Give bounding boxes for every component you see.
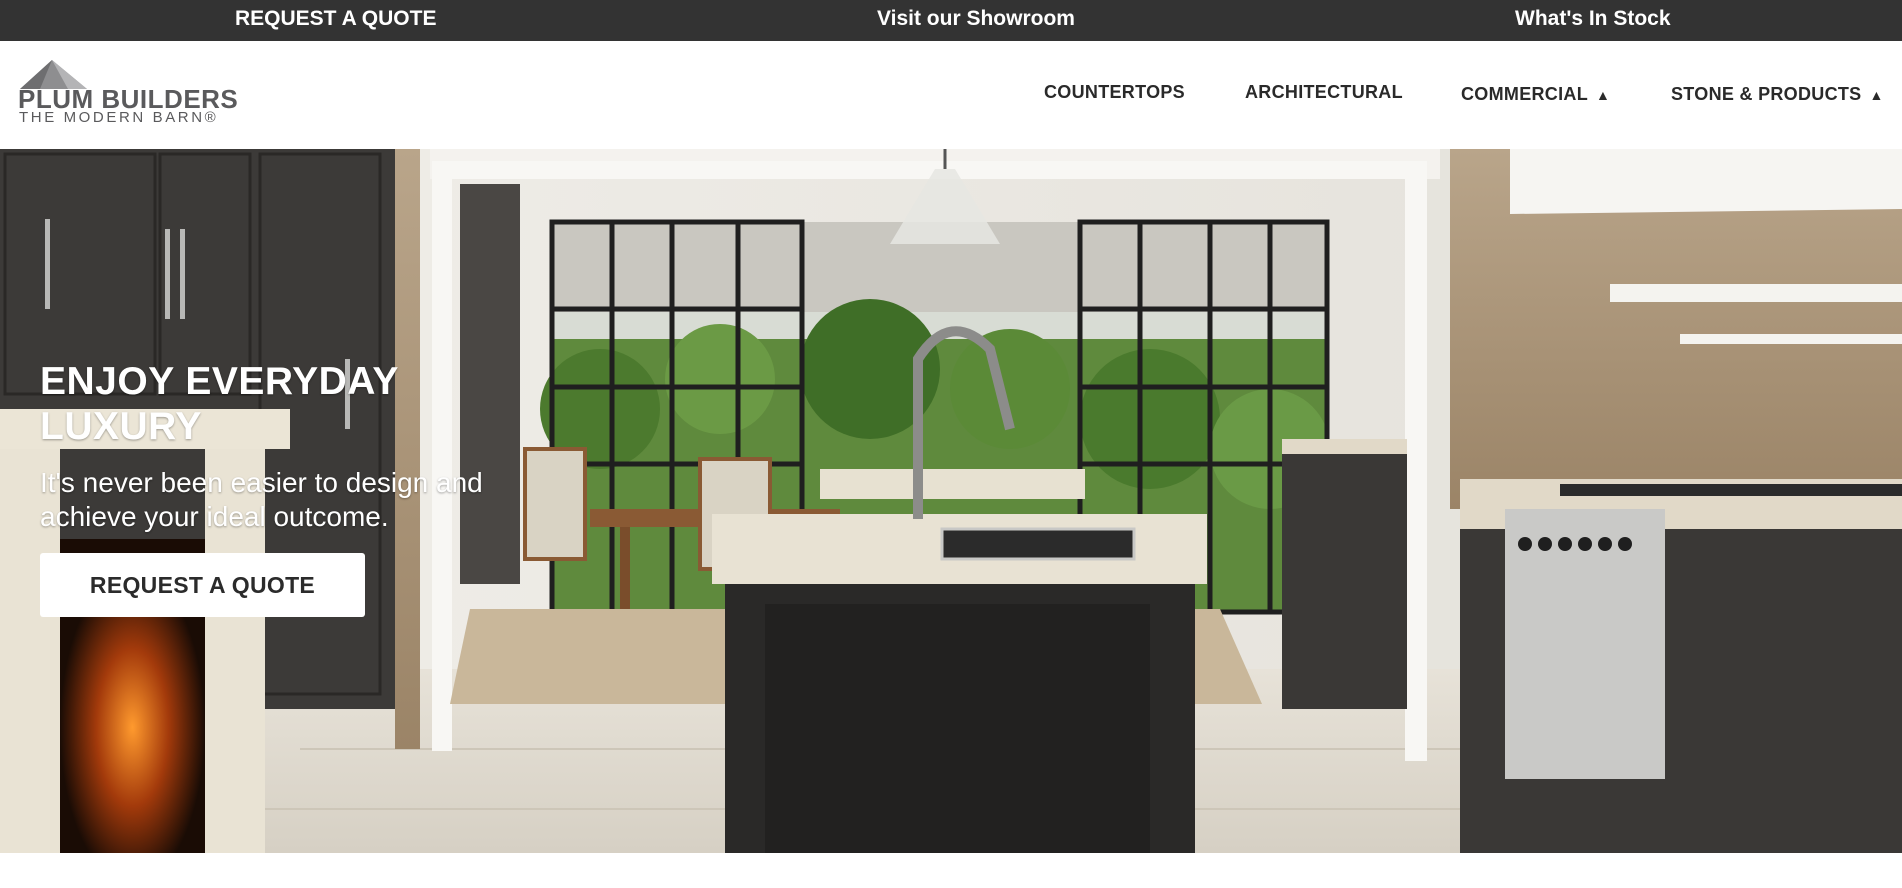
nav-item-architectural[interactable]: ARCHITECTURAL <box>1245 82 1403 103</box>
hero-subtitle: It's never been easier to design and ach… <box>40 467 483 532</box>
topbar-request-quote-link[interactable]: REQUEST A QUOTE <box>235 0 436 41</box>
logo[interactable]: PLUM BUILDERS THE MODERN BARN® <box>18 60 238 126</box>
site-header: PLUM BUILDERS THE MODERN BARN® COUNTERTO… <box>0 41 1902 149</box>
nav-item-commercial[interactable]: COMMERCIAL ▲ <box>1461 84 1610 105</box>
logo-tagline: THE MODERN BARN® <box>19 109 219 126</box>
top-bar: REQUEST A QUOTE Visit our Showroom What'… <box>0 0 1902 41</box>
hero-request-quote-button[interactable]: REQUEST A QUOTE <box>40 553 365 617</box>
hero-banner: ENJOY EVERYDAY LUXURY It's never been ea… <box>0 149 1902 853</box>
hero-title: ENJOY EVERYDAY LUXURY <box>40 360 399 448</box>
nav-item-label: STONE & PRODUCTS <box>1671 84 1862 104</box>
topbar-showroom-link[interactable]: Visit our Showroom <box>877 0 1075 41</box>
nav-item-label: COUNTERTOPS <box>1044 82 1185 102</box>
topbar-in-stock-link[interactable]: What's In Stock <box>1515 0 1671 41</box>
caret-up-icon: ▲ <box>1596 87 1611 103</box>
nav-item-countertops[interactable]: COUNTERTOPS <box>1044 82 1185 103</box>
nav-item-stone-products[interactable]: STONE & PRODUCTS ▲ <box>1671 84 1884 105</box>
caret-up-icon: ▲ <box>1869 87 1884 103</box>
nav-item-label: ARCHITECTURAL <box>1245 82 1403 102</box>
nav-item-label: COMMERCIAL <box>1461 84 1588 104</box>
